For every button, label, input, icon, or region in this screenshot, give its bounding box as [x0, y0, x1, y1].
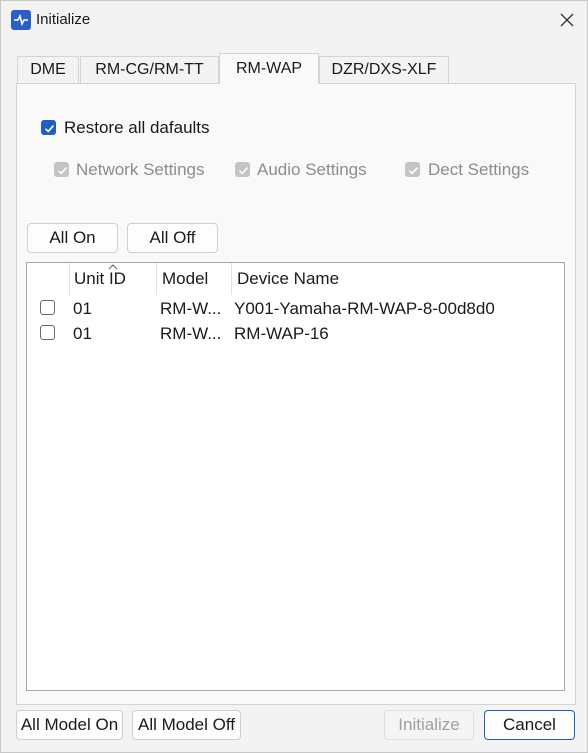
dect-settings-label: Dect Settings — [428, 160, 530, 179]
column-header-device-name[interactable]: Device Name — [232, 263, 532, 295]
audio-settings-checkbox[interactable] — [235, 162, 250, 177]
dect-settings-checkbox[interactable] — [405, 162, 420, 177]
model-cell: RM-W... — [160, 324, 222, 343]
audio-settings-label: Audio Settings — [257, 160, 367, 179]
all-off-button[interactable]: All Off — [127, 223, 218, 253]
model-cell: RM-W... — [160, 299, 222, 318]
device-name-cell: Y001-Yamaha-RM-WAP-8-00d8d0 — [234, 299, 495, 318]
column-header-model[interactable]: Model — [157, 263, 231, 295]
app-icon — [11, 10, 31, 30]
device-name-cell: RM-WAP-16 — [234, 324, 329, 343]
window-title: Initialize — [36, 11, 91, 28]
network-settings-checkbox[interactable] — [54, 162, 69, 177]
row-checkbox[interactable] — [40, 325, 55, 340]
cancel-button[interactable]: Cancel — [484, 710, 575, 740]
close-icon — [560, 13, 574, 27]
column-separator[interactable] — [69, 263, 70, 295]
all-on-button[interactable]: All On — [27, 223, 118, 253]
row-checkbox[interactable] — [40, 300, 55, 315]
tab-rm-cg-rm-tt[interactable]: RM-CG/RM-TT — [80, 56, 219, 83]
restore-all-checkbox[interactable] — [41, 120, 56, 135]
tab-rm-wap[interactable]: RM-WAP — [219, 53, 319, 84]
initialize-dialog: Initialize DME RM-CG/RM-TT RM-WAP DZR/DX… — [0, 0, 588, 753]
unit-id-cell: 01 — [73, 324, 92, 343]
restore-all-label[interactable]: Restore all dafaults — [64, 118, 210, 138]
tab-dme[interactable]: DME — [17, 56, 79, 83]
initialize-button[interactable]: Initialize — [384, 710, 474, 740]
close-button[interactable] — [551, 5, 583, 35]
title-bar: Initialize — [1, 1, 587, 39]
network-settings-label: Network Settings — [76, 160, 205, 179]
all-model-off-button[interactable]: All Model Off — [132, 710, 241, 740]
checkmark-icon — [408, 167, 419, 175]
device-list[interactable]: Unit ID Model Device Name 01 RM-W... Y00… — [26, 262, 565, 691]
all-model-on-button[interactable]: All Model On — [16, 710, 123, 740]
checkmark-icon — [57, 167, 68, 175]
tab-dzr-dxs-xlf[interactable]: DZR/DXS-XLF — [319, 56, 449, 83]
checkmark-icon — [44, 125, 55, 133]
checkmark-icon — [238, 167, 249, 175]
unit-id-cell: 01 — [73, 299, 92, 318]
sort-ascending-icon — [108, 264, 118, 270]
